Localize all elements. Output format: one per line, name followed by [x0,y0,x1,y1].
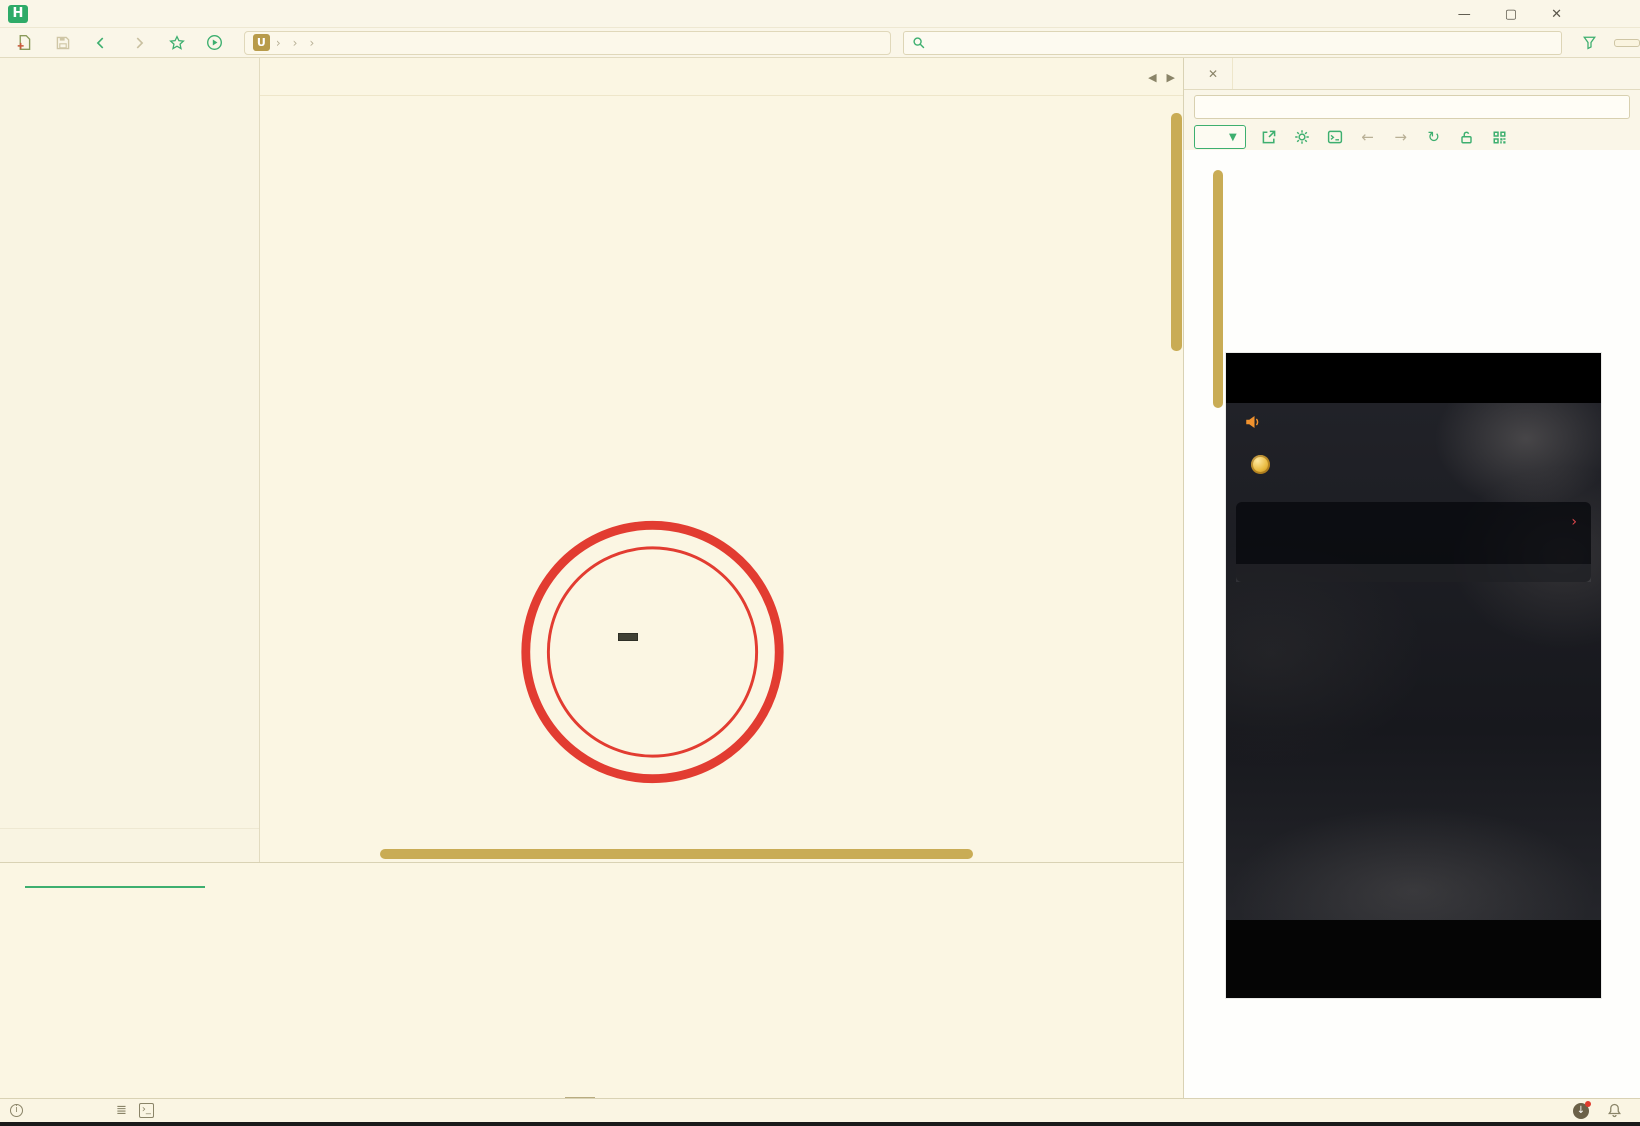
mobile-app-preview: › [1226,353,1601,998]
bell-icon[interactable] [1607,1103,1622,1118]
vip-panel: › [1236,502,1591,582]
search-icon [913,36,925,48]
minimap[interactable] [1092,100,1168,816]
new-file-icon[interactable] [12,32,38,54]
toolbar: U › › › [0,28,1640,58]
save-icon[interactable] [50,32,76,54]
console-icon[interactable] [1325,127,1345,147]
breadcrumb-separator: › [292,35,298,50]
status-bar: i ≣ ›_ ↓ [0,1098,1640,1122]
url-input[interactable] [1194,95,1630,119]
window-controls: — ▢ ✕ [1458,0,1562,28]
vip-more-link[interactable]: › [1571,514,1577,530]
back-icon[interactable]: ← [1358,127,1378,147]
sidebar-panel-switcher [0,828,259,862]
chevron-right-icon: › [1571,514,1577,530]
refresh-icon[interactable]: ↻ [1424,127,1444,147]
uniapp-project-icon: U [252,34,270,51]
gold-coin-icon [1251,455,1270,474]
breadcrumb: U › › › [243,30,891,55]
code-hover-tooltip [618,633,638,641]
run-icon[interactable] [202,32,228,54]
speaker-icon [1246,416,1259,428]
code-area[interactable] [260,96,1087,862]
qrcode-icon[interactable] [1490,127,1510,147]
app-bottom-nav [1226,920,1601,998]
app-header [1226,353,1601,403]
star-icon[interactable] [164,32,190,54]
editor-tab-bar [260,58,1183,96]
console-tab[interactable] [25,879,205,888]
unlock-icon[interactable] [1457,127,1477,147]
breadcrumb-separator: › [275,35,281,50]
hbuilderx-logo-icon: H [8,4,28,23]
app-body: › [1226,403,1601,998]
login-status[interactable]: i [10,1104,28,1117]
code-editor: ◀ ▶ [260,58,1183,862]
tab-scroll-right-icon[interactable]: ▶ [1167,71,1175,84]
browser-viewport: › [1184,150,1640,1098]
editor-vertical-scrollbar[interactable] [1171,113,1182,351]
title-bar: H — ▢ ✕ [0,0,1640,28]
chevron-down-icon: ▼ [1229,131,1237,143]
tab-scroll-arrows: ◀ ▶ [1148,58,1175,96]
close-icon[interactable]: ✕ [1208,67,1218,81]
editor-horizontal-scrollbar[interactable] [380,849,973,859]
taskbar-edge [0,1122,1640,1126]
tab-scroll-left-icon[interactable]: ◀ [1148,71,1156,84]
terminal-icon[interactable]: ›_ [138,1103,154,1118]
browser-scrollbar[interactable] [1213,170,1223,408]
vip-badges [1236,530,1591,546]
preview-button[interactable] [1614,38,1640,47]
forward-icon[interactable]: → [1391,127,1411,147]
web-browser-panel: ✕ ▼ ← → ↻ › [1183,58,1640,1098]
project-explorer [0,58,260,862]
gear-icon[interactable] [1292,127,1312,147]
open-external-icon[interactable] [1259,127,1279,147]
maximize-icon[interactable]: ▢ [1505,7,1517,22]
vip-commission-row [1236,564,1591,582]
file-search-input[interactable] [902,30,1563,55]
forward-icon[interactable] [126,32,152,54]
back-icon[interactable] [88,32,114,54]
browser-tab-bar: ✕ [1184,58,1640,90]
device-select[interactable]: ▼ [1194,125,1246,149]
console-panel [0,862,1183,1104]
download-icon[interactable]: ↓ [1573,1100,1591,1119]
minimize-icon[interactable]: — [1458,7,1471,22]
breadcrumb-separator: › [309,35,315,50]
account-icon: i [10,1104,23,1117]
close-icon[interactable]: ✕ [1551,7,1562,22]
browser-tab[interactable]: ✕ [1184,58,1234,89]
filter-funnel-icon[interactable] [1576,32,1602,54]
outline-icon[interactable]: ≣ [116,1103,127,1118]
